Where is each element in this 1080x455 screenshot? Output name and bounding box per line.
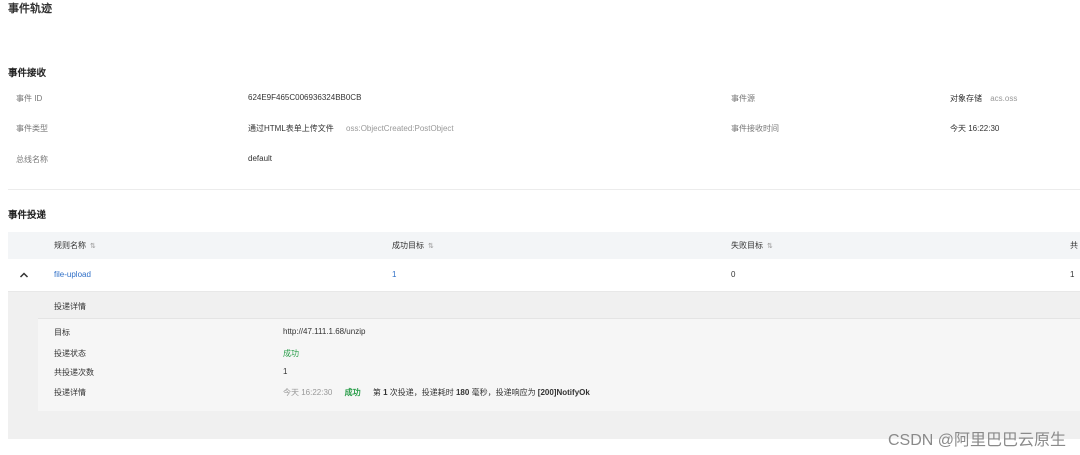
delivery-count-value: 1 — [283, 367, 288, 376]
event-id-value: 624E9F465C006936324BB0CB — [248, 93, 362, 102]
bus-name-label: 总线名称 — [16, 155, 48, 164]
detail-status: 成功 — [344, 388, 361, 397]
delivery-count-label: 共投递次数 — [54, 368, 94, 377]
column-header-failed[interactable]: 失败目标 ⇅ — [731, 240, 773, 251]
status-label: 投递状态 — [54, 349, 86, 358]
column-header-total: 共 — [1070, 241, 1078, 250]
event-time-label: 事件接收时间 — [731, 124, 779, 133]
total-count: 1 — [1070, 270, 1075, 279]
target-label: 目标 — [54, 328, 70, 337]
event-id-label: 事件 ID — [16, 94, 43, 103]
success-target-count[interactable]: 1 — [392, 270, 396, 279]
failed-target-count: 0 — [731, 270, 736, 279]
page-title: 事件轨迹 — [8, 3, 52, 15]
watermark: CSDN @阿里巴巴云原生 — [887, 432, 1066, 449]
event-source-name: 对象存储 — [950, 94, 982, 103]
event-type-label: 事件类型 — [16, 124, 48, 133]
sort-icon[interactable]: ⇅ — [767, 243, 773, 250]
chevron-up-icon[interactable] — [18, 268, 30, 280]
sort-icon[interactable]: ⇅ — [428, 243, 434, 250]
rule-name-link[interactable]: file-upload — [54, 270, 91, 279]
event-time-value: 今天 16:22:30 — [950, 124, 1000, 133]
status-value: 成功 — [283, 349, 299, 358]
event-type-name: 通过HTML表单上传文件 — [248, 124, 334, 133]
event-type-code: oss:ObjectCreated:PostObject — [346, 124, 454, 133]
target-url: http://47.111.1.68/unzip — [283, 327, 366, 336]
event-source-label: 事件源 — [731, 94, 755, 103]
event-source-code: acs.oss — [990, 94, 1018, 103]
column-header-success[interactable]: 成功目标 ⇅ — [392, 240, 434, 251]
delivery-detail-line: 今天 16:22:30 成功 第 1 次投递，投递耗时 180 毫秒，投递响应为… — [283, 387, 590, 398]
event-type-value: 通过HTML表单上传文件 oss:ObjectCreated:PostObjec… — [248, 123, 454, 134]
column-header-rule[interactable]: 规则名称 ⇅ — [54, 240, 96, 251]
section-title-receive: 事件接收 — [8, 68, 47, 79]
section-title-delivery: 事件投递 — [8, 210, 47, 221]
delivery-detail-title: 投递详情 — [54, 302, 86, 311]
bus-name-value: default — [248, 154, 273, 163]
event-source-value: 对象存储 acs.oss — [950, 93, 1017, 104]
delivery-table-header — [8, 232, 1080, 259]
detail-message: 第 1 次投递，投递耗时 180 毫秒，投递响应为 [200]NotifyOk — [372, 388, 590, 397]
delivery-detail-header — [38, 292, 1080, 319]
section-divider — [8, 189, 1080, 190]
sort-icon[interactable]: ⇅ — [90, 243, 96, 250]
delivery-detail-label: 投递详情 — [54, 388, 86, 397]
detail-time: 今天 16:22:30 — [283, 388, 333, 397]
